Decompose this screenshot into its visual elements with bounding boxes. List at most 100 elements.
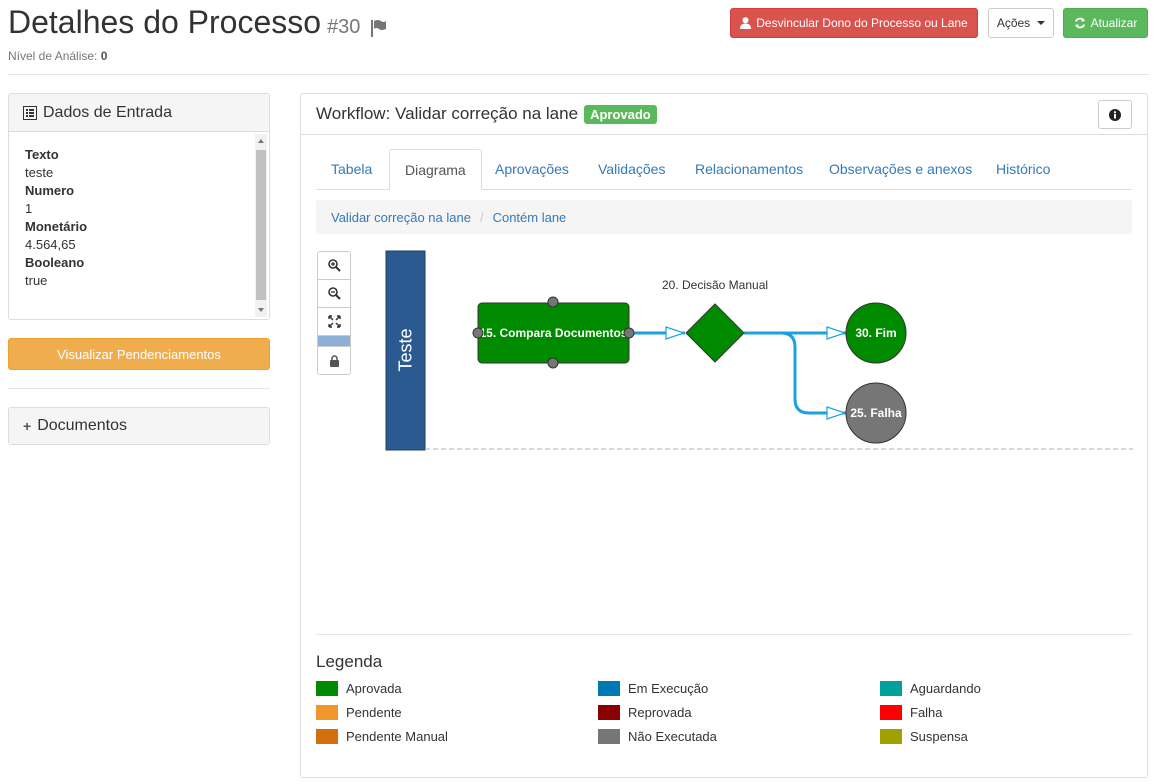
legend-swatch — [598, 729, 620, 744]
workflow-title: Workflow: Validar correção na lane — [316, 104, 579, 123]
connection-port[interactable] — [547, 296, 559, 308]
legend-title: Legenda — [316, 652, 383, 671]
field-key: Monetário — [25, 219, 88, 234]
tab-relacionamentos[interactable]: Relacionamentos — [680, 149, 818, 190]
list-alt-icon — [23, 105, 37, 120]
header-divider — [8, 74, 1149, 75]
scroll-down-arrow-icon[interactable] — [258, 308, 264, 312]
tab-tabela[interactable]: Tabela — [316, 149, 387, 190]
end-label: 30. Fim — [855, 326, 896, 340]
user-icon — [740, 17, 752, 29]
tab-diagrama[interactable]: Diagrama — [389, 149, 482, 190]
edge-decision-to-fail[interactable] — [744, 331, 846, 413]
actions-dropdown[interactable]: Ações — [988, 8, 1054, 38]
breadcrumb-separator: / — [479, 209, 484, 225]
analysis-label: Nível de Análise: — [8, 49, 98, 63]
fail-label: 25. Falha — [850, 406, 902, 420]
scrollbar-thumb[interactable] — [256, 150, 266, 300]
legend-swatch — [880, 705, 902, 720]
view-pendencies-button[interactable]: Visualizar Pendenciamentos — [8, 338, 270, 370]
flag-icon[interactable] — [370, 19, 387, 40]
legend-label: Em Execução — [628, 681, 709, 696]
input-data-panel: Dados de Entrada Texto teste Numero 1 Mo… — [8, 93, 270, 320]
legend-item: Aprovada — [316, 681, 402, 696]
input-data-body[interactable]: Texto teste Numero 1 Monetário 4.564,65 … — [9, 132, 269, 319]
legend-item: Falha — [880, 705, 943, 720]
plus-icon: + — [23, 418, 32, 434]
decision-label: 20. Decisão Manual — [662, 278, 768, 292]
legend-swatch — [880, 681, 902, 696]
page-title: Detalhes do Processo — [8, 4, 322, 40]
breadcrumb-item-lane[interactable]: Contém lane — [493, 210, 567, 225]
refresh-label: Atualizar — [1090, 16, 1138, 30]
info-button[interactable] — [1098, 100, 1132, 129]
info-icon — [1109, 108, 1121, 121]
breadcrumb-item-workflow[interactable]: Validar correção na lane — [331, 210, 471, 225]
lane-label: Teste — [396, 328, 416, 371]
tab-historico[interactable]: Histórico — [981, 149, 1065, 190]
refresh-icon — [1074, 17, 1085, 29]
input-data-title: Dados de Entrada — [43, 103, 172, 121]
refresh-button[interactable]: Atualizar — [1063, 8, 1148, 38]
legend-item: Reprovada — [598, 705, 692, 720]
workflow-diagram: Teste 15. Compara Documentos 20. Decisão… — [385, 250, 1133, 451]
legend-label: Pendente Manual — [346, 729, 448, 744]
workflow-tabs: Tabela Diagrama Aprovações Validações Re… — [316, 149, 1132, 190]
legend-item: Pendente — [316, 705, 402, 720]
field-value: true — [25, 273, 48, 288]
analysis-value: 0 — [100, 49, 108, 63]
field-key: Booleano — [25, 255, 85, 270]
legend-item: Aguardando — [880, 681, 981, 696]
legend-item: Em Execução — [598, 681, 708, 696]
legend-swatch — [598, 705, 620, 720]
unlink-owner-button[interactable]: Desvincular Dono do Processo ou Lane — [730, 8, 978, 38]
task-label: 15. Compara Documentos — [479, 326, 627, 340]
connection-port[interactable] — [623, 327, 635, 339]
field-key: Numero — [25, 183, 75, 198]
field-value: 4.564,65 — [25, 237, 76, 252]
legend-label: Suspensa — [910, 729, 968, 744]
field-key: Texto — [25, 147, 59, 162]
documents-panel[interactable]: + Documentos — [8, 407, 270, 445]
tab-observacoes-anexos[interactable]: Observações e anexos — [814, 149, 987, 190]
process-number: #30 — [327, 16, 361, 38]
connection-port[interactable] — [472, 327, 484, 339]
scroll-up-arrow-icon[interactable] — [258, 139, 264, 143]
workflow-panel: Workflow: Validar correção na lane Aprov… — [300, 93, 1148, 778]
field-value: teste — [25, 165, 54, 180]
legend-label: Falha — [910, 705, 943, 720]
end-node-falha[interactable]: 25. Falha — [845, 382, 907, 444]
legend-label: Aprovada — [346, 681, 402, 696]
unlink-owner-label: Desvincular Dono do Processo ou Lane — [756, 16, 968, 30]
tab-validacoes[interactable]: Validações — [583, 149, 680, 190]
end-node-fim[interactable]: 30. Fim — [845, 302, 907, 364]
legend-swatch — [880, 729, 902, 744]
actions-label: Ações — [996, 16, 1031, 30]
tab-aprovacoes[interactable]: Aprovações — [480, 149, 584, 190]
status-badge: Aprovado — [584, 104, 657, 124]
breadcrumb: Validar correção na lane / Contém lane — [316, 200, 1132, 234]
task-node[interactable]: 15. Compara Documentos — [472, 296, 635, 369]
legend-item: Não Executada — [598, 729, 717, 744]
input-data-header: Dados de Entrada — [9, 94, 269, 132]
connection-port[interactable] — [547, 357, 559, 369]
legend-swatch — [316, 729, 338, 744]
documents-header[interactable]: + Documentos — [9, 408, 269, 444]
decision-node[interactable]: 20. Decisão Manual — [662, 278, 768, 363]
legend-swatch — [316, 681, 338, 696]
workflow-header: Workflow: Validar correção na lane Aprov… — [301, 94, 1147, 135]
legend-swatch — [316, 705, 338, 720]
legend-swatch — [598, 681, 620, 696]
caret-down-icon — [1037, 21, 1046, 25]
legend-label: Não Executada — [628, 729, 717, 744]
legend-divider — [316, 634, 1132, 635]
legend-item: Suspensa — [880, 729, 968, 744]
page-header: Detalhes do Processo #30 — [8, 2, 387, 42]
legend-item: Pendente Manual — [316, 729, 448, 744]
divider — [8, 388, 270, 389]
documents-title: Documentos — [37, 417, 128, 434]
legend-label: Reprovada — [628, 705, 692, 720]
legend-label: Aguardando — [910, 681, 981, 696]
field-value: 1 — [25, 201, 33, 216]
scrollbar[interactable] — [255, 134, 267, 317]
